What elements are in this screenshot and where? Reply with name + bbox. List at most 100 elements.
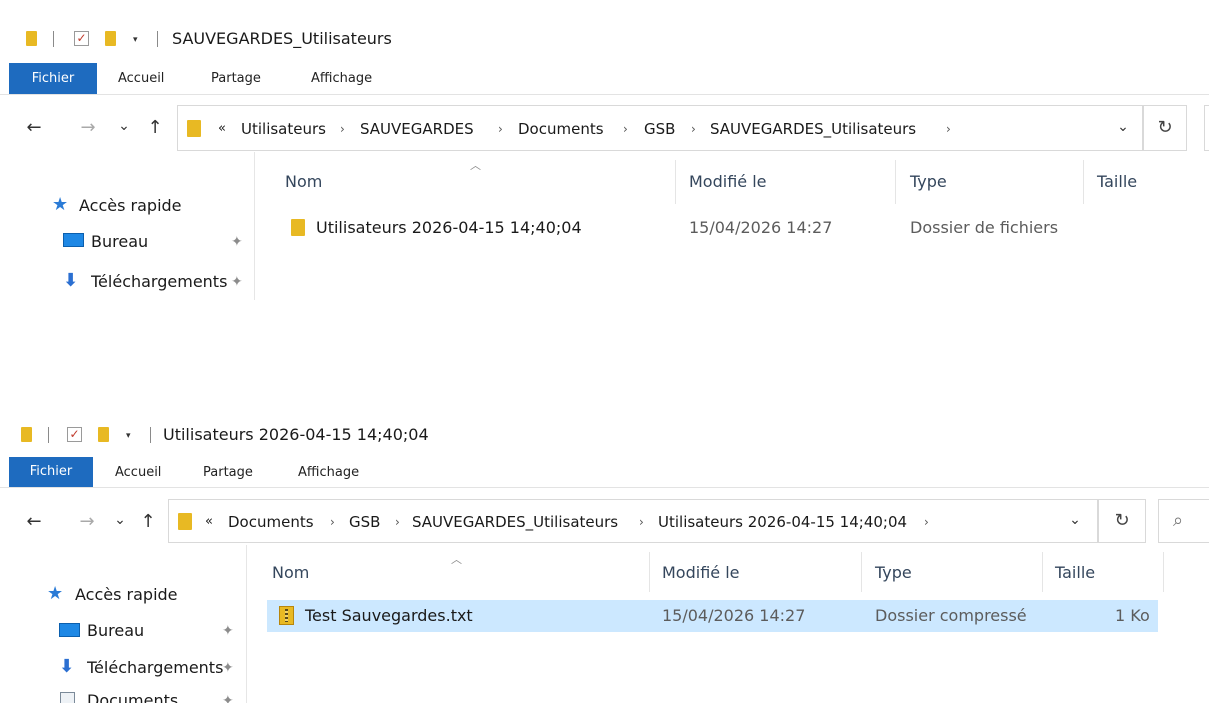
search-icon[interactable]: ⌕ <box>1158 499 1209 543</box>
column-header-modifie[interactable]: Modifié le <box>689 172 767 192</box>
column-divider[interactable] <box>861 552 862 592</box>
breadcrumb-overflow[interactable]: « <box>218 119 226 139</box>
sidebar-item-acces-rapide[interactable]: Accès rapide <box>75 585 178 605</box>
tab-affichage[interactable]: Affichage <box>311 70 372 88</box>
search-box[interactable] <box>1204 105 1209 151</box>
sidebar-item-acces-rapide[interactable]: Accès rapide <box>79 196 182 216</box>
forward-icon[interactable]: → <box>78 118 98 138</box>
folder-icon <box>178 513 192 530</box>
file-row[interactable]: Utilisateurs 2026-04-15 14;40;04 15/04/2… <box>275 214 1155 242</box>
sidebar-item-bureau[interactable]: Bureau <box>91 232 148 252</box>
column-divider[interactable] <box>1163 552 1164 592</box>
tab-affichage[interactable]: Affichage <box>298 464 359 482</box>
tab-accueil[interactable]: Accueil <box>115 464 161 482</box>
column-header-nom[interactable]: Nom <box>285 172 322 192</box>
address-bar[interactable]: « Utilisateurs › SAUVEGARDES › Documents… <box>177 105 1143 151</box>
chevron-right-icon[interactable]: › <box>330 512 335 532</box>
sidebar-divider <box>254 152 255 300</box>
back-icon[interactable]: ← <box>24 118 44 138</box>
breadcrumb-overflow[interactable]: « <box>205 512 213 532</box>
recent-locations-icon[interactable]: ⌄ <box>110 510 130 530</box>
download-icon: ⬇ <box>63 270 79 291</box>
recent-locations-icon[interactable]: ⌄ <box>114 116 134 136</box>
file-name[interactable]: Utilisateurs 2026-04-15 14;40;04 <box>316 218 582 238</box>
file-name[interactable]: Test Sauvegardes.txt <box>305 606 473 626</box>
zip-folder-icon <box>279 606 294 625</box>
folder-icon <box>291 219 305 236</box>
tab-partage[interactable]: Partage <box>211 70 261 88</box>
breadcrumb-item[interactable]: Documents <box>518 119 604 139</box>
chevron-right-icon[interactable]: › <box>639 512 644 532</box>
chevron-right-icon[interactable]: › <box>340 119 345 139</box>
sidebar-divider <box>246 545 247 703</box>
tab-fichier[interactable]: Fichier <box>9 457 93 487</box>
sidebar-item-bureau[interactable]: Bureau <box>87 621 144 641</box>
up-icon[interactable]: ↑ <box>145 118 165 138</box>
column-header-taille[interactable]: Taille <box>1055 563 1095 583</box>
tab-partage[interactable]: Partage <box>203 464 253 482</box>
column-header-modifie[interactable]: Modifié le <box>662 563 740 583</box>
ribbon-divider <box>0 94 1209 95</box>
chevron-right-icon[interactable]: › <box>946 119 951 139</box>
breadcrumb-item[interactable]: Utilisateurs 2026-04-15 14;40;04 <box>658 512 907 532</box>
breadcrumb-item[interactable]: GSB <box>644 119 675 139</box>
breadcrumb-item[interactable]: SAUVEGARDES <box>360 119 474 139</box>
title-separator <box>157 31 158 47</box>
tab-accueil[interactable]: Accueil <box>118 70 164 88</box>
sidebar-item-documents[interactable]: Documents <box>87 691 178 703</box>
breadcrumb-item[interactable]: SAUVEGARDES_Utilisateurs <box>412 512 618 532</box>
column-header-type[interactable]: Type <box>875 563 912 583</box>
file-row[interactable]: Test Sauvegardes.txt 15/04/2026 14:27 Do… <box>267 600 1158 632</box>
properties-icon[interactable]: ✓ <box>74 31 89 46</box>
sort-ascending-icon: ︿ <box>451 553 462 566</box>
pin-icon[interactable]: ✦ <box>231 233 243 251</box>
pin-icon[interactable]: ✦ <box>231 273 243 291</box>
breadcrumb-item[interactable]: GSB <box>349 512 380 532</box>
properties-icon[interactable]: ✓ <box>67 427 82 442</box>
file-modified: 15/04/2026 14:27 <box>662 606 806 625</box>
sort-ascending-icon: ︿ <box>470 159 481 172</box>
explorer-window-top: ✓ ▾ SAUVEGARDES_Utilisateurs Fichier Acc… <box>0 0 1209 300</box>
pin-icon[interactable]: ✦ <box>222 659 234 677</box>
sidebar-item-telechargements[interactable]: Téléchargements <box>87 658 223 678</box>
column-divider[interactable] <box>1042 552 1043 592</box>
column-header-type[interactable]: Type <box>910 172 947 192</box>
back-icon[interactable]: ← <box>24 512 44 532</box>
breadcrumb-item[interactable]: Documents <box>228 512 314 532</box>
chevron-right-icon[interactable]: › <box>498 119 503 139</box>
file-type: Dossier de fichiers <box>910 218 1059 237</box>
download-icon: ⬇ <box>59 656 75 677</box>
refresh-icon[interactable]: ↻ <box>1098 499 1146 543</box>
chevron-right-icon[interactable]: › <box>395 512 400 532</box>
column-header-taille[interactable]: Taille <box>1097 172 1137 192</box>
chevron-right-icon[interactable]: › <box>623 119 628 139</box>
tab-fichier[interactable]: Fichier <box>9 63 97 94</box>
address-bar[interactable]: « Documents › GSB › SAUVEGARDES_Utilisat… <box>168 499 1098 543</box>
customize-toolbar-icon[interactable]: ▾ <box>126 429 131 443</box>
customize-toolbar-icon[interactable]: ▾ <box>133 33 138 47</box>
breadcrumb-item[interactable]: Utilisateurs <box>241 119 326 139</box>
column-header-nom[interactable]: Nom <box>272 563 309 583</box>
star-icon: ★ <box>47 583 64 604</box>
pin-icon[interactable]: ✦ <box>222 692 234 703</box>
address-dropdown-icon[interactable]: ⌄ <box>1065 510 1085 530</box>
sidebar-item-telechargements[interactable]: Téléchargements <box>91 272 231 292</box>
refresh-icon[interactable]: ↻ <box>1143 105 1187 151</box>
column-divider[interactable] <box>649 552 650 592</box>
up-icon[interactable]: ↑ <box>138 512 158 532</box>
column-divider[interactable] <box>1083 160 1084 204</box>
address-dropdown-icon[interactable]: ⌄ <box>1113 117 1133 137</box>
column-divider[interactable] <box>895 160 896 204</box>
column-divider[interactable] <box>675 160 676 204</box>
title-separator <box>53 31 54 47</box>
chevron-right-icon[interactable]: › <box>924 512 929 532</box>
explorer-window-bottom: ✓ ▾ Utilisateurs 2026-04-15 14;40;04 Fic… <box>0 412 1209 703</box>
pin-icon[interactable]: ✦ <box>222 622 234 640</box>
folder-icon <box>187 120 201 137</box>
breadcrumb-item[interactable]: SAUVEGARDES_Utilisateurs <box>710 119 916 139</box>
forward-icon[interactable]: → <box>77 512 97 532</box>
ribbon-divider <box>0 487 1209 488</box>
new-folder-icon[interactable] <box>98 427 109 442</box>
chevron-right-icon[interactable]: › <box>691 119 696 139</box>
new-folder-icon[interactable] <box>105 31 116 46</box>
